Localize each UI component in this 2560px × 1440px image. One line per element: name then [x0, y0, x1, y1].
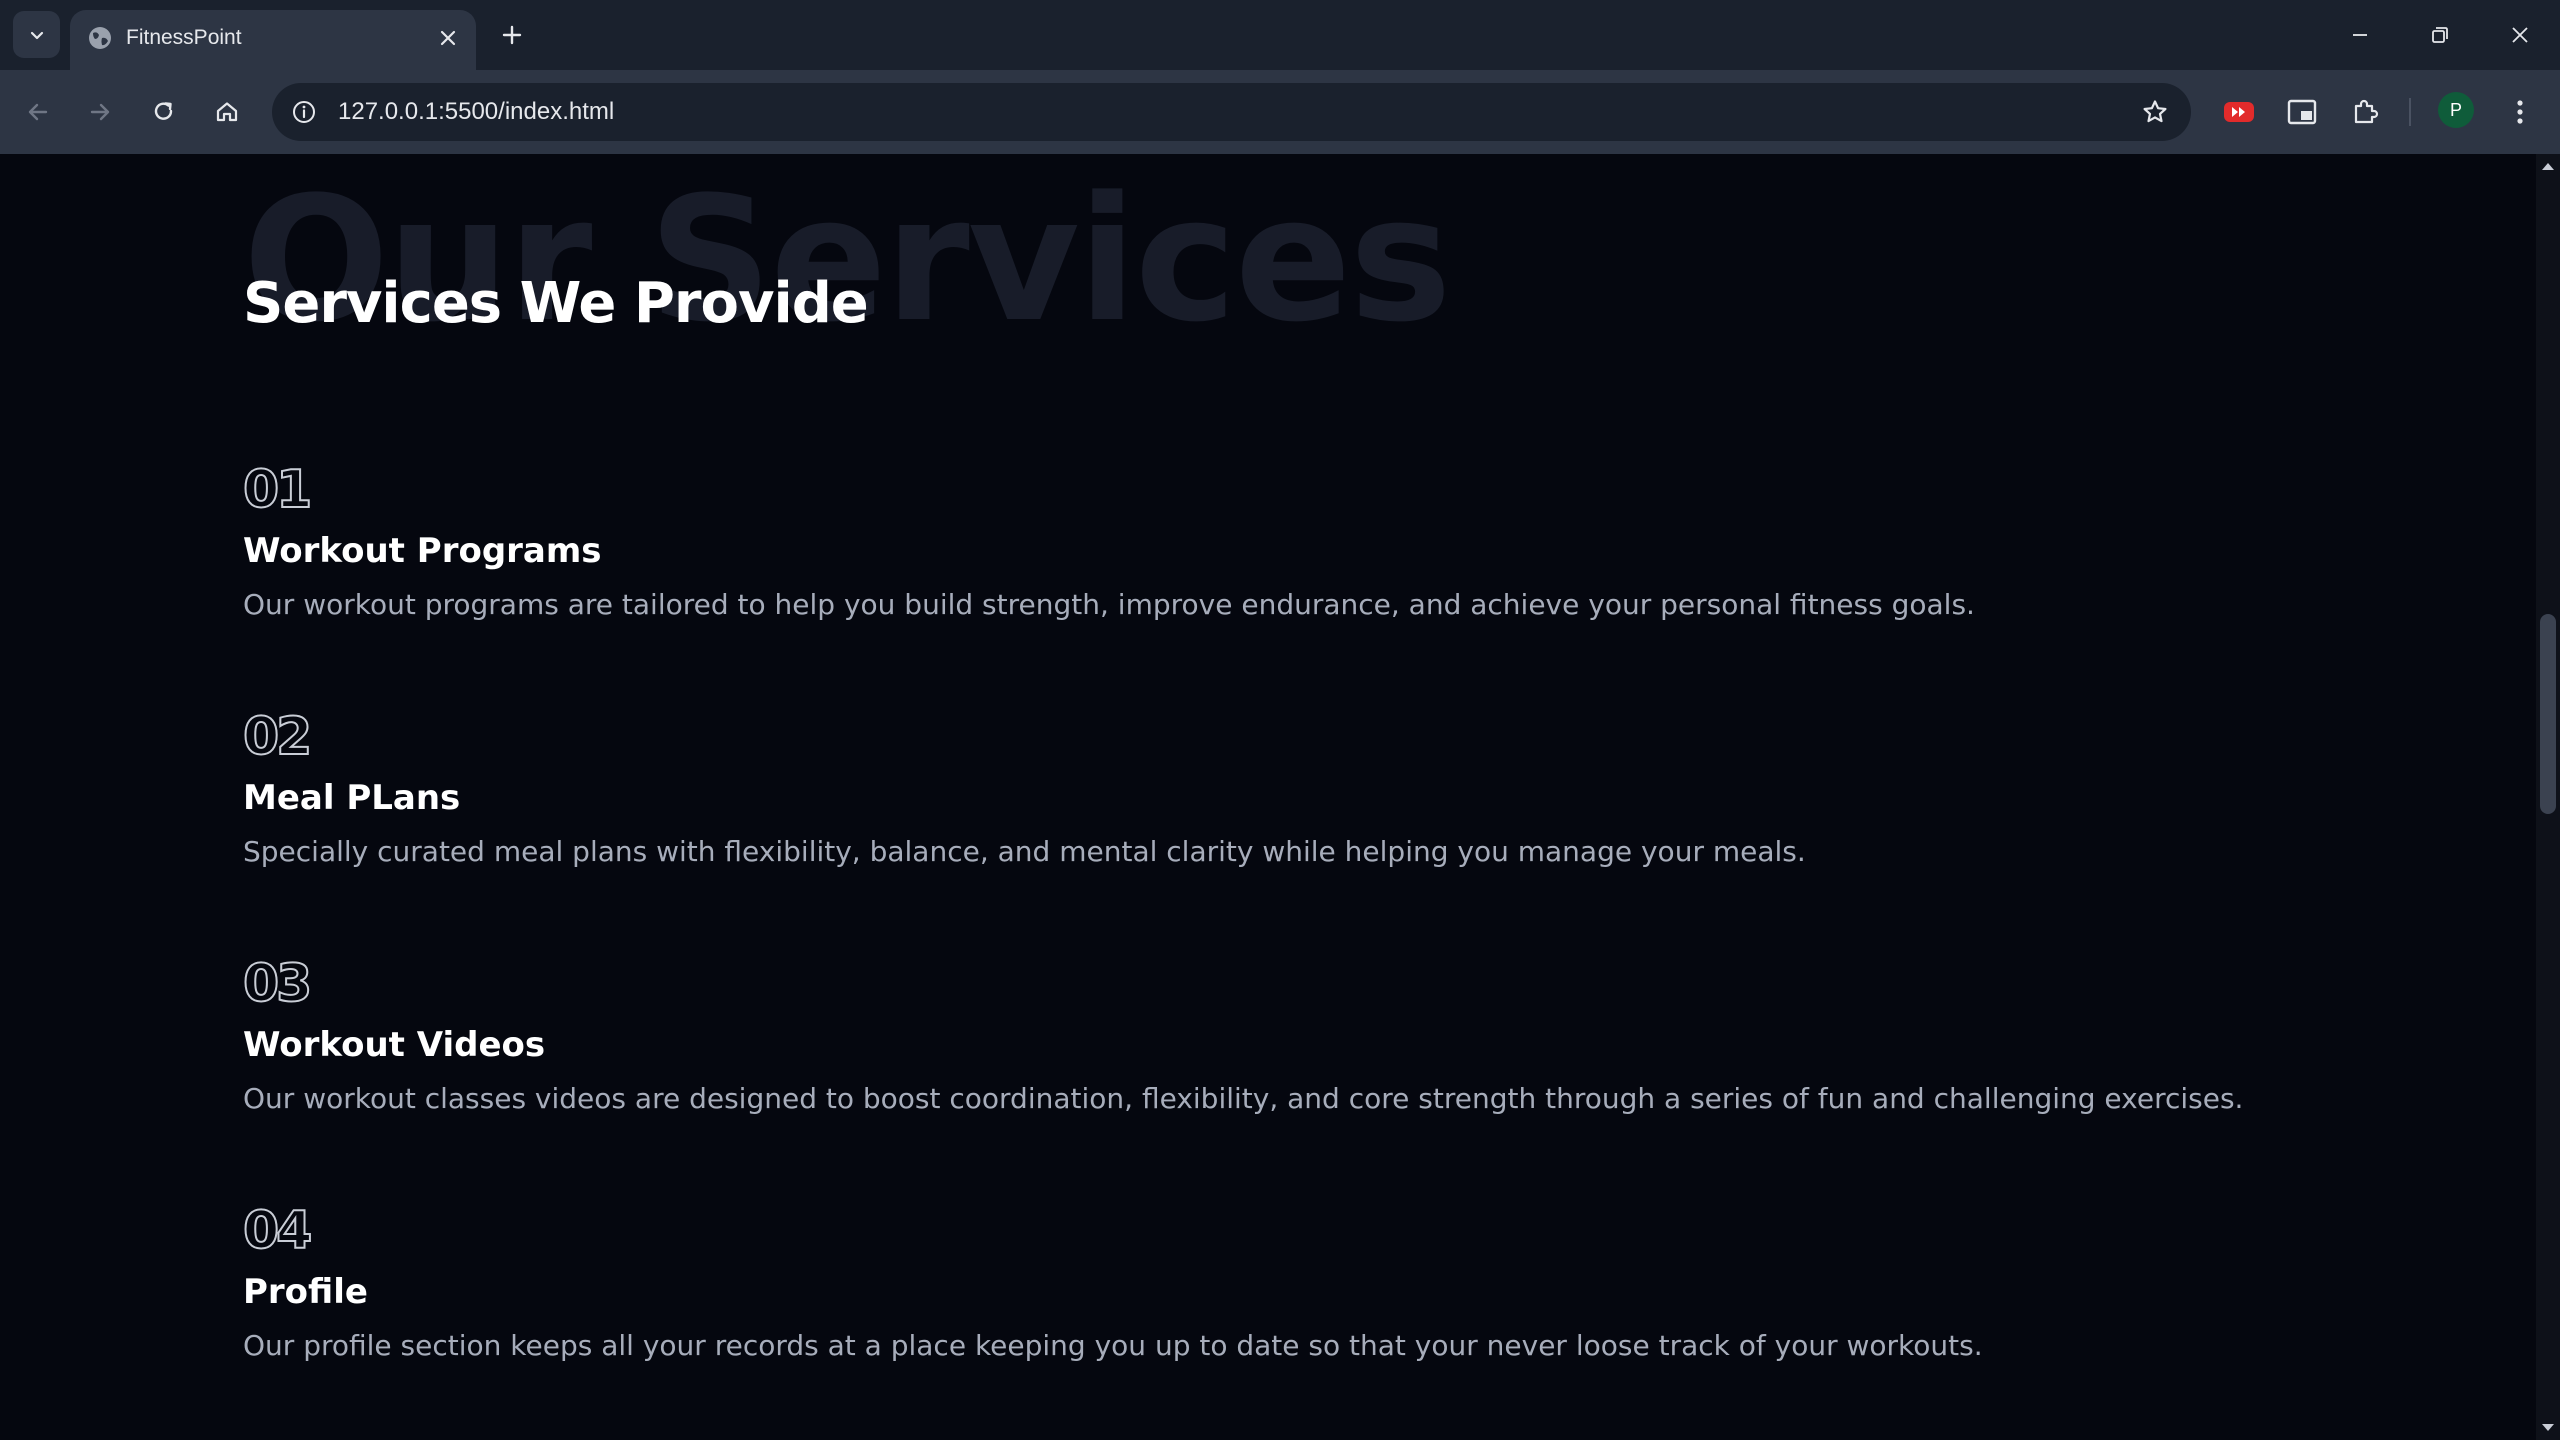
service-item: 02 Meal PLans Specially curated meal pla…: [242, 706, 2493, 872]
service-description: Our workout classes videos are designed …: [243, 1082, 2244, 1115]
service-number: 02: [242, 706, 313, 768]
browser-toolbar: 127.0.0.1:5500/index.html: [0, 70, 2560, 154]
service-description: Specially curated meal plans with flexib…: [243, 835, 1806, 868]
tab-close-button[interactable]: [434, 24, 462, 52]
extensions-button[interactable]: [2341, 88, 2389, 136]
service-title: Workout Videos: [243, 1025, 546, 1065]
menu-button[interactable]: [2496, 88, 2544, 136]
address-bar[interactable]: 127.0.0.1:5500/index.html: [272, 83, 2191, 141]
service-item: 01 Workout Programs Our workout programs…: [242, 459, 2493, 625]
service-description: Our workout programs are tailored to hel…: [243, 588, 1975, 621]
service-description: Our profile section keeps all your recor…: [243, 1329, 1983, 1362]
service-title: Meal PLans: [243, 778, 461, 818]
scroll-down-button[interactable]: [2536, 1416, 2560, 1440]
extension-video-button[interactable]: [2215, 88, 2263, 136]
forward-button[interactable]: [76, 88, 124, 136]
tab-fitnesspoint[interactable]: FitnessPoint: [70, 10, 476, 70]
tab-title: FitnessPoint: [126, 26, 242, 49]
plus-icon: [502, 25, 522, 45]
profile-avatar[interactable]: P: [2438, 92, 2474, 128]
close-icon: [440, 30, 456, 46]
toolbar-divider: [2409, 98, 2411, 126]
picture-in-picture-icon: [2287, 99, 2317, 125]
restore-icon: [2432, 27, 2448, 43]
minimize-button[interactable]: [2320, 0, 2400, 70]
home-button[interactable]: [203, 88, 251, 136]
service-number: 01: [242, 459, 313, 521]
close-icon: [2512, 27, 2528, 43]
globe-icon: [89, 27, 111, 49]
picture-in-picture-button[interactable]: [2278, 88, 2326, 136]
arrow-right-icon: [90, 103, 110, 121]
video-speed-icon: [2224, 102, 2254, 122]
puzzle-icon: [2354, 99, 2379, 124]
scrollbar-thumb[interactable]: [2540, 613, 2556, 814]
service-title: Profile: [243, 1272, 368, 1312]
service-number: 04: [242, 1200, 313, 1262]
arrow-left-icon: [28, 103, 48, 121]
site-info-button[interactable]: [286, 94, 322, 130]
back-button[interactable]: [14, 88, 62, 136]
url-text[interactable]: 127.0.0.1:5500/index.html: [338, 97, 614, 127]
reload-button[interactable]: [140, 88, 188, 136]
bookmark-button[interactable]: [2137, 94, 2173, 130]
vertical-scrollbar[interactable]: [2536, 154, 2560, 1440]
service-item: 03 Workout Videos Our workout classes vi…: [242, 953, 2493, 1119]
restore-button[interactable]: [2400, 0, 2480, 70]
service-title: Workout Programs: [243, 531, 602, 571]
service-item: 04 Profile Our profile section keeps all…: [242, 1200, 2493, 1366]
reload-icon: [154, 102, 173, 120]
kebab-menu-icon: [2517, 100, 2523, 124]
chevron-down-icon: [30, 31, 43, 39]
star-icon: [2143, 100, 2167, 123]
section-title: Services We Provide: [243, 271, 869, 336]
triangle-down-icon: [2542, 1424, 2554, 1431]
page-viewport: Our Services Services We Provide 01 Work…: [0, 154, 2536, 1440]
info-icon: [293, 101, 315, 123]
new-tab-button[interactable]: [491, 14, 533, 56]
scroll-up-button[interactable]: [2536, 154, 2560, 178]
home-icon: [216, 102, 238, 122]
service-number: 03: [242, 953, 313, 1015]
minimize-icon: [2353, 34, 2367, 36]
close-window-button[interactable]: [2480, 0, 2560, 70]
triangle-up-icon: [2542, 163, 2554, 170]
tab-strip: FitnessPoint: [0, 0, 2560, 70]
tab-search-button[interactable]: [13, 11, 60, 58]
